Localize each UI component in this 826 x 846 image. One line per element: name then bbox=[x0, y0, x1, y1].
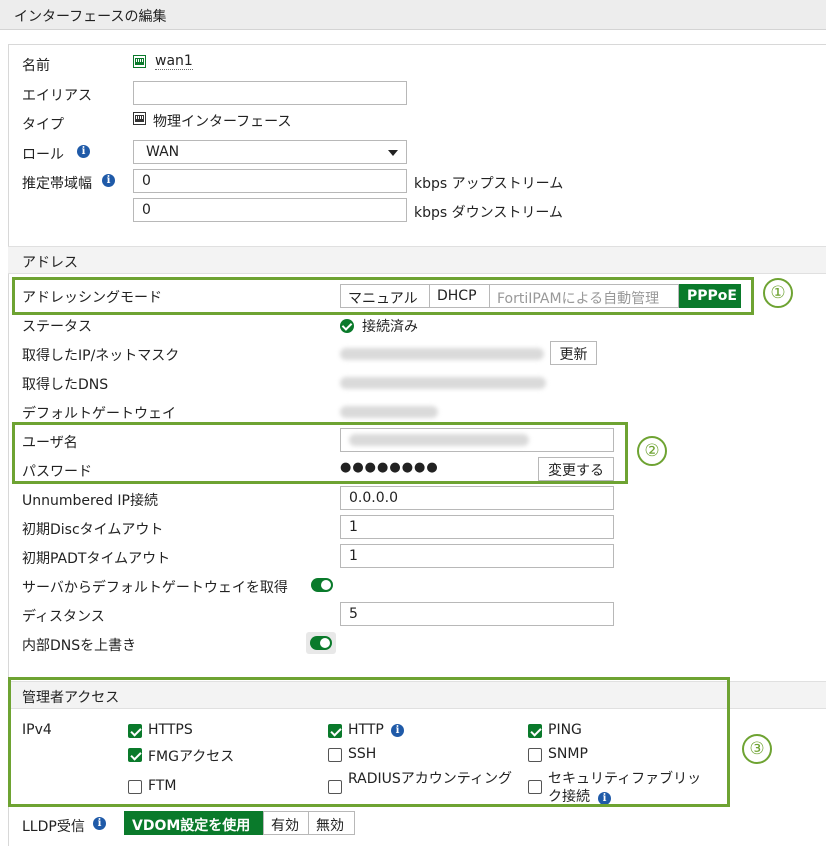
gateway-value-redacted bbox=[340, 406, 438, 418]
info-icon[interactable]: i bbox=[93, 817, 106, 830]
dns-label: 取得したDNS bbox=[22, 377, 109, 393]
dns-override-toggle-wrap bbox=[306, 632, 336, 654]
address-section-header: アドレス bbox=[8, 246, 826, 274]
annotation-marker-2: ② bbox=[637, 436, 667, 466]
role-selected-value: WAN bbox=[146, 144, 180, 160]
role-select[interactable]: WAN bbox=[133, 140, 407, 164]
annotation-marker-3: ③ bbox=[742, 734, 772, 764]
padt-timeout-input[interactable]: 1 bbox=[340, 544, 614, 568]
disc-timeout-label: 初期Discタイムアウト bbox=[22, 522, 164, 538]
downstream-input[interactable]: 0 bbox=[133, 198, 407, 222]
distance-label: ディスタンス bbox=[22, 609, 105, 625]
unnumbered-label: Unnumbered IP接続 bbox=[22, 493, 158, 509]
padt-timeout-label: 初期PADTタイムアウト bbox=[22, 551, 171, 567]
chevron-down-icon bbox=[388, 150, 398, 156]
type-label: タイプ bbox=[22, 117, 64, 133]
status-value: 接続済み bbox=[362, 319, 418, 335]
status-label: ステータス bbox=[22, 319, 92, 335]
name-label: 名前 bbox=[22, 58, 50, 74]
physical-port-icon bbox=[133, 112, 146, 125]
annotation-box-3 bbox=[8, 677, 730, 807]
disc-timeout-input[interactable]: 1 bbox=[340, 515, 614, 539]
bandwidth-label: 推定帯域幅 bbox=[22, 176, 92, 192]
address-section-title: アドレス bbox=[22, 255, 78, 271]
interface-name: wan1 bbox=[155, 53, 193, 70]
alias-input[interactable] bbox=[133, 81, 407, 105]
lldp-label: LLDP受信 bbox=[22, 819, 85, 835]
default-gateway-label: サーバからデフォルトゲートウェイを取得 bbox=[22, 580, 288, 596]
dns-value-redacted bbox=[340, 377, 546, 389]
check-circle-icon bbox=[340, 319, 354, 333]
type-value: 物理インターフェース bbox=[153, 114, 292, 130]
refresh-button[interactable]: 更新 bbox=[550, 341, 597, 365]
lldp-disable-button[interactable]: 無効 bbox=[308, 811, 355, 835]
ip-netmask-label: 取得したIP/ネットマスク bbox=[22, 348, 180, 364]
page-title: インターフェースの編集 bbox=[14, 9, 167, 25]
alias-label: エイリアス bbox=[22, 88, 92, 104]
unnumbered-ip-input[interactable]: 0.0.0.0 bbox=[340, 486, 614, 510]
upstream-input[interactable]: 0 bbox=[133, 169, 407, 193]
role-label: ロール bbox=[22, 147, 64, 163]
ip-netmask-value-redacted bbox=[340, 348, 544, 360]
page-header: インターフェースの編集 bbox=[0, 0, 826, 30]
distance-input[interactable]: 5 bbox=[340, 602, 614, 626]
downstream-unit: kbps ダウンストリーム bbox=[414, 205, 563, 221]
info-icon[interactable]: i bbox=[102, 174, 115, 187]
lldp-vdom-button[interactable]: VDOM設定を使用 bbox=[124, 811, 264, 835]
annotation-box-2 bbox=[12, 422, 628, 484]
info-icon[interactable]: i bbox=[77, 145, 90, 158]
annotation-box-1 bbox=[12, 277, 754, 315]
gateway-label: デフォルトゲートウェイ bbox=[22, 406, 176, 422]
annotation-marker-1: ① bbox=[763, 278, 793, 308]
upstream-unit: kbps アップストリーム bbox=[414, 176, 564, 192]
default-gateway-toggle[interactable] bbox=[311, 578, 333, 592]
port-icon bbox=[133, 55, 146, 68]
dns-override-toggle[interactable] bbox=[310, 636, 332, 650]
lldp-enable-button[interactable]: 有効 bbox=[263, 811, 309, 835]
dns-override-label: 内部DNSを上書き bbox=[22, 638, 137, 654]
